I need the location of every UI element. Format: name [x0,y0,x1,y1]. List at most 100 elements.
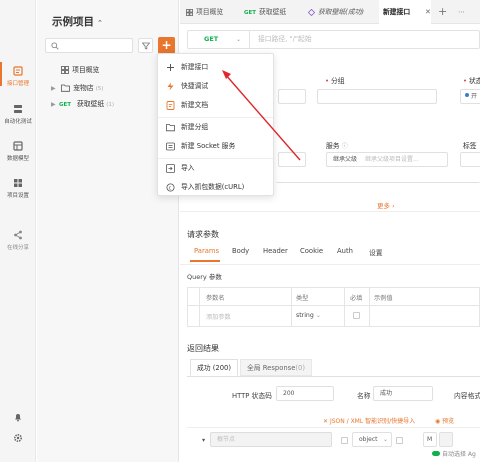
tab-close-icon[interactable]: ✕ [425,0,431,24]
notification-button[interactable] [0,412,36,425]
tab-get-wallpaper[interactable]: GET 获取壁纸 [240,0,286,24]
subtab-settings[interactable]: 设置 [369,247,383,257]
rail-label: 数据模型 [6,156,29,162]
menu-item-import[interactable]: 导入 [158,159,273,178]
tab-more-icon[interactable]: ⋯ [458,0,465,24]
description-field[interactable] [276,175,480,183]
rail-item-api-management[interactable]: 接口管理 [0,62,36,87]
table-divider [369,287,370,327]
subtab-header[interactable]: Header [263,247,288,255]
response-tab-success[interactable]: 成功 (200) [190,359,239,376]
menu-item-new-doc[interactable]: 新建文档 [158,96,273,115]
settings-icon [14,179,22,187]
rail-label: 自动化测试 [4,119,32,125]
menu-item-new-api[interactable]: 新建接口 [158,58,273,77]
root-node-input[interactable]: 根节点 [210,432,332,447]
gear-icon [13,433,23,443]
root-expand-icon[interactable]: ▾ [202,437,205,444]
query-params-title: Query 参数 [187,273,222,281]
filter-button[interactable] [138,38,153,53]
group-select[interactable] [317,89,437,104]
new-param-name-input[interactable]: 添加参数 [206,312,231,321]
preview-link[interactable]: ◉ 预览 [435,416,454,425]
table-divider [199,287,200,327]
tab-project-overview[interactable]: 项目概览 [182,0,223,24]
table-divider [291,287,292,327]
automation-icon [14,105,22,113]
tags-label: 标签 [463,142,477,150]
chevron-down-icon: ⌄ [235,36,241,43]
tree-item-get-wallpaper[interactable]: ▶ GET 获取壁纸 (1) [51,98,114,108]
response-tab-global[interactable]: 全局 Response(0) [240,359,313,376]
root-nullable-checkbox[interactable] [396,437,403,444]
rail-item-share[interactable]: 在线分享 [0,230,36,251]
root-required-checkbox[interactable] [341,437,348,444]
method-select[interactable]: GET ⌄ [188,31,250,48]
example-icon [308,9,315,16]
tree-item-overview[interactable]: 项目概览 [51,64,99,74]
subtab-body[interactable]: Body [232,247,249,255]
json-import-link[interactable]: ✕ JSON / XML 智能识别/快捷导入 [323,416,415,425]
auto-sort-toggle[interactable]: 自动选择 Ag [432,449,476,458]
tab-label: 新建接口 [383,8,411,16]
rail-item-automation[interactable]: 自动化测试 [0,104,36,125]
tab-new-api[interactable]: 新建接口 [379,0,431,24]
tree-item-count: (1) [106,102,115,108]
tree-item-count: (5) [95,86,104,92]
response-title: 返回结果 [187,344,219,353]
menu-item-label: 新建文档 [181,101,209,109]
menu-item-new-group[interactable]: 新建分组 [158,118,273,137]
more-link[interactable]: 更多 › [377,200,395,210]
menu-item-import-curl[interactable]: c 导入抓包数据(cURL) [158,178,273,197]
status-value: 开 [471,93,478,100]
project-title[interactable]: 示例项目 ⌃ [52,14,103,29]
grid-icon [186,9,193,16]
root-type-select[interactable]: object ⌄ [352,432,392,447]
settings-button[interactable] [0,433,36,446]
api-icon [13,66,23,76]
tree-search-input[interactable] [45,38,133,53]
root-options-button[interactable] [439,432,453,447]
menu-item-quick-debug[interactable]: 快捷调试 [158,77,273,96]
expand-arrow-icon[interactable]: ▶ [51,101,59,108]
http-code-label: HTTP 状态码 [232,392,272,400]
subtab-cookie[interactable]: Cookie [300,247,323,255]
required-checkbox[interactable] [353,312,360,319]
folder-icon [61,84,71,92]
new-param-type-select[interactable]: string ⌄ [296,312,321,319]
markdown-icon [166,101,175,110]
url-input[interactable]: 接口路径, "/"起始 [258,31,312,48]
menu-item-label: 快捷调试 [181,82,209,90]
status-select[interactable]: 开 [460,89,480,104]
new-tab-button[interactable]: + [438,0,447,24]
rail-label: 接口管理 [6,81,29,87]
tree-item-label: 获取壁纸 [77,100,105,108]
rail-label: 项目设置 [6,193,29,199]
subtab-auth[interactable]: Auth [337,247,353,255]
add-button[interactable]: + [158,37,175,54]
tags-select[interactable] [460,152,480,167]
rail-item-data-model[interactable]: 数据模型 [0,141,36,162]
tab-get-wallpaper-success[interactable]: 获取壁纸(成功) [304,0,364,24]
subtab-params[interactable]: Params [194,247,219,255]
name-input[interactable] [278,89,306,104]
http-code-input[interactable]: 200 [276,386,334,401]
switch-project-icon: ⌃ [97,19,103,27]
request-params-title: 请求参数 [187,230,219,239]
new-folder-icon [166,124,175,132]
root-mock-button[interactable]: M [423,432,437,447]
menu-item-new-socket[interactable]: 新建 Socket 服务 [158,137,273,156]
column-header: 类型 [296,295,309,302]
expand-arrow-icon[interactable]: ▶ [51,85,59,92]
service-select[interactable]: 继承父级 继承父级项目设置... [326,152,448,167]
response-name-input[interactable]: 成功 [373,386,433,401]
url-bar: GET ⌄ 接口路径, "/"起始 [187,30,480,49]
data-model-icon [13,141,23,151]
menu-item-label: 导入抓包数据(cURL) [181,183,245,191]
rail-item-project-settings[interactable]: 项目设置 [0,178,36,199]
tree-item-pet-store[interactable]: ▶ 宠物店 (5) [51,82,103,92]
tab-label: 获取壁纸(成功) [318,8,365,16]
service-value: 继承父级 [333,156,358,163]
maintainer-select[interactable] [278,152,306,167]
tree-item-label: 项目概览 [72,66,100,74]
